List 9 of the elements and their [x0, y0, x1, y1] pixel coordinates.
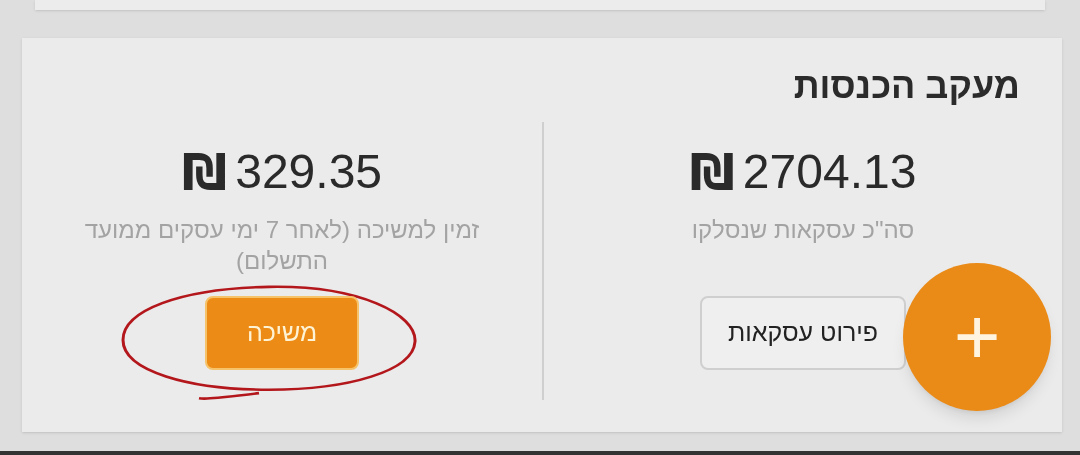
withdraw-button[interactable]: משיכה	[204, 296, 360, 370]
card-title: מעקב הכנסות	[792, 64, 1021, 104]
currency-symbol: ₪	[182, 147, 228, 197]
amount: 2704.13	[742, 148, 917, 196]
amount: 329.35	[235, 148, 382, 196]
amount-caption: סה"כ עסקאות שנסלקו	[690, 215, 916, 245]
currency-symbol: ₪	[689, 147, 735, 197]
transactions-button[interactable]: פירוט עסקאות	[700, 296, 906, 370]
amount-caption: זמין למשיכה (לאחר 7 ימי עסקים ממועד התשלום)	[83, 215, 481, 276]
